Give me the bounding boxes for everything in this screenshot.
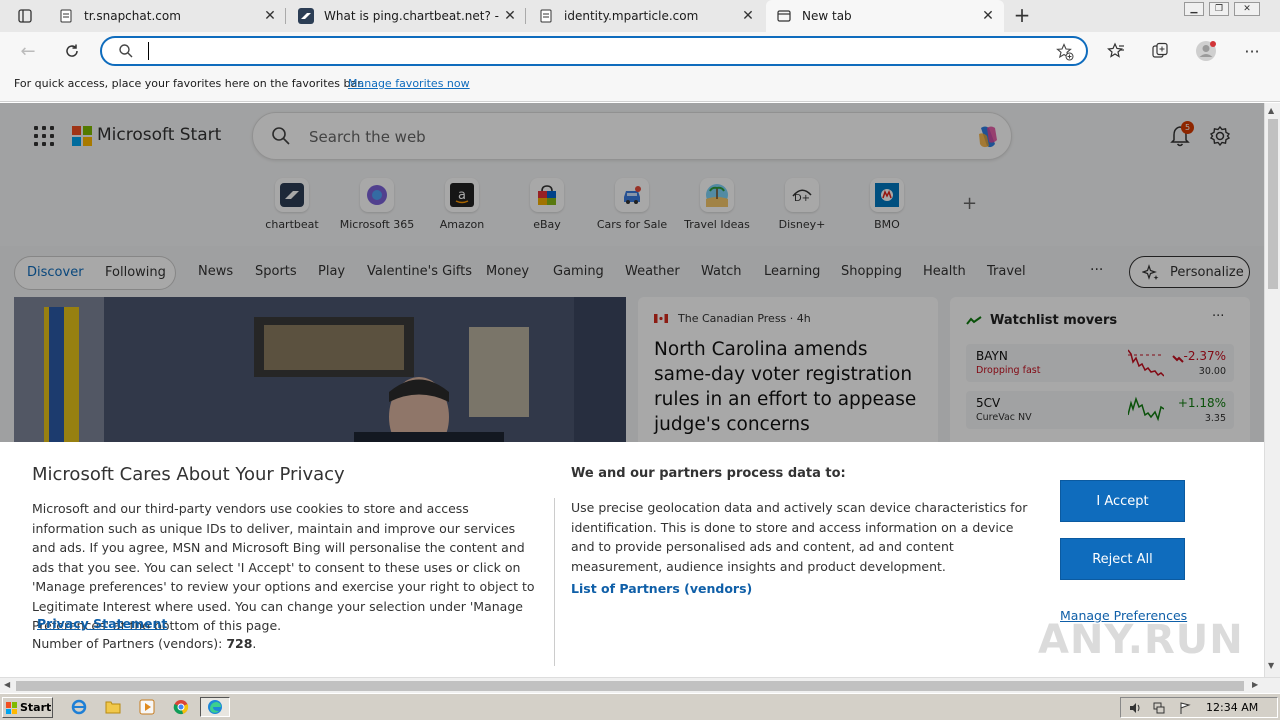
vertical-scroll-thumb[interactable]	[1268, 119, 1278, 289]
tab-1[interactable]: tr.snapchat.com ✕	[48, 0, 286, 32]
favorites-icon[interactable]	[1105, 40, 1127, 62]
profile-avatar[interactable]	[1195, 40, 1217, 62]
tab-2[interactable]: What is ping.chartbeat.net? - cha ✕	[288, 0, 526, 32]
windows-logo-icon	[6, 702, 18, 714]
tab-close-icon[interactable]: ✕	[262, 8, 278, 24]
vertical-scrollbar[interactable]: ▲ ▼	[1264, 103, 1280, 677]
tab-title: What is ping.chartbeat.net? - cha	[324, 9, 502, 23]
taskbar: Start 12:34 AM	[0, 693, 1280, 720]
minimize-button[interactable]: ▁	[1184, 2, 1204, 16]
tab-title: New tab	[802, 9, 852, 23]
tab-title: tr.snapchat.com	[84, 9, 181, 23]
tab-close-icon[interactable]: ✕	[980, 8, 996, 24]
new-tab-button[interactable]: +	[1010, 4, 1034, 28]
refresh-button[interactable]	[60, 39, 84, 63]
reject-all-button[interactable]: Reject All	[1060, 538, 1185, 580]
vendors-list-link[interactable]: List of Partners (vendors)	[571, 581, 752, 596]
snapchat-doc-icon	[58, 8, 74, 24]
tab-new-tab[interactable]: New tab ✕	[766, 0, 1004, 32]
add-favorite-icon[interactable]	[1056, 43, 1074, 64]
flag-icon[interactable]	[1179, 702, 1191, 714]
favorites-bar: For quick access, place your favorites h…	[0, 70, 1280, 102]
privacy-title: Microsoft Cares About Your Privacy	[32, 464, 345, 485]
close-window-button[interactable]: ✕	[1234, 2, 1260, 16]
browser-toolbar: ← ···	[0, 32, 1280, 70]
address-input[interactable]	[148, 42, 1028, 60]
data-purposes-body: Use precise geolocation data and activel…	[571, 500, 1028, 574]
accept-button[interactable]: I Accept	[1060, 480, 1185, 522]
volume-icon[interactable]	[1129, 702, 1141, 714]
new-tab-icon	[776, 8, 792, 24]
media-player-icon[interactable]	[136, 697, 158, 717]
partners-label: Number of Partners (vendors):	[32, 636, 223, 651]
privacy-divider	[554, 498, 555, 666]
mparticle-doc-icon	[538, 8, 554, 24]
collections-icon[interactable]	[1149, 40, 1171, 62]
tab-close-icon[interactable]: ✕	[502, 8, 518, 24]
folder-icon[interactable]	[102, 697, 124, 717]
horizontal-scrollbar[interactable]: ◀ ▶	[0, 677, 1280, 693]
edge-icon[interactable]	[200, 697, 230, 717]
back-button[interactable]: ←	[16, 39, 40, 63]
tab-actions-icon[interactable]	[14, 6, 36, 26]
search-icon	[118, 43, 134, 62]
manage-favorites-link[interactable]: Manage favorites now	[348, 77, 470, 90]
chrome-icon[interactable]	[170, 697, 192, 717]
settings-more-icon[interactable]: ···	[1241, 40, 1263, 62]
data-purposes-title: We and our partners process data to:	[571, 466, 846, 481]
tab-title: identity.mparticle.com	[564, 9, 699, 23]
start-button[interactable]: Start	[2, 697, 53, 718]
clock: 12:34 AM	[1206, 701, 1259, 714]
refresh-icon	[66, 44, 78, 57]
privacy-consent-banner: Microsoft Cares About Your Privacy Micro…	[0, 442, 1264, 677]
chartbeat-icon	[298, 8, 314, 24]
restore-button[interactable]: ❐	[1209, 2, 1229, 16]
partners-count: 728	[226, 636, 253, 651]
system-tray: 12:34 AM	[1120, 697, 1278, 718]
ie-icon[interactable]	[68, 697, 90, 717]
network-icon[interactable]	[1153, 702, 1165, 714]
tab-3[interactable]: identity.mparticle.com ✕	[528, 0, 764, 32]
anyrun-watermark: ANY.RUN	[1038, 617, 1244, 663]
partners-count-line: Number of Partners (vendors): 728.	[32, 636, 257, 651]
tab-close-icon[interactable]: ✕	[740, 8, 756, 24]
privacy-link-period: .	[147, 616, 151, 631]
tab-strip: tr.snapchat.com ✕ What is ping.chartbeat…	[0, 0, 1280, 32]
horizontal-scroll-thumb[interactable]	[16, 681, 1244, 691]
start-label: Start	[20, 701, 52, 714]
address-bar[interactable]	[100, 36, 1088, 66]
favorites-bar-message: For quick access, place your favorites h…	[14, 77, 365, 90]
